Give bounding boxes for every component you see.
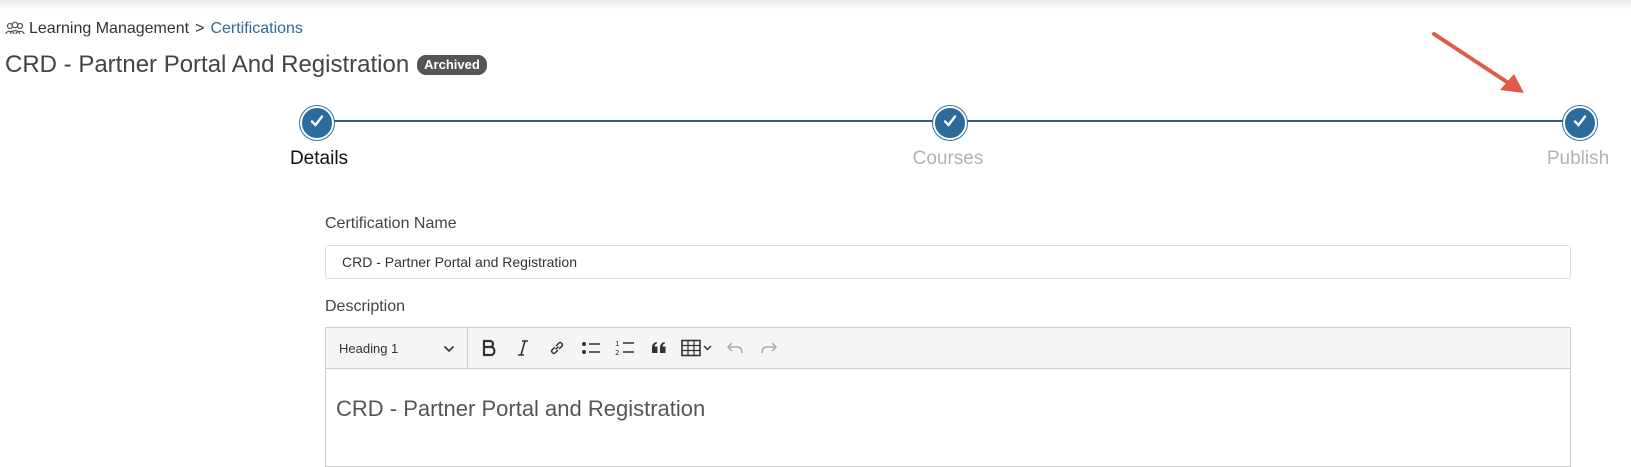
editor-heading-content[interactable]: CRD - Partner Portal and Registration xyxy=(336,396,705,422)
breadcrumb-certifications-link[interactable]: Certifications xyxy=(210,20,302,38)
breadcrumb: Learning Management > Certifications xyxy=(5,18,303,40)
certification-name-label: Certification Name xyxy=(325,215,457,232)
page-header: CRD - Partner Portal And Registration Ar… xyxy=(5,48,487,82)
annotation-arrow-icon xyxy=(1430,30,1530,105)
bullet-list-icon[interactable] xyxy=(574,328,608,368)
heading-dropdown-value: Heading 1 xyxy=(339,340,399,356)
editor-toolbar: Heading 1 1 2 xyxy=(326,328,1570,369)
table-icon[interactable] xyxy=(676,328,718,368)
step-publish-circle[interactable] xyxy=(1563,106,1597,140)
numbered-list-icon[interactable]: 1 2 xyxy=(608,328,642,368)
checkmark-icon xyxy=(1572,113,1588,134)
svg-text:2: 2 xyxy=(615,349,619,357)
step-details-circle[interactable] xyxy=(300,106,334,140)
checkmark-icon xyxy=(942,113,958,134)
certification-name-input[interactable] xyxy=(325,245,1571,279)
status-badge: Archived xyxy=(417,55,487,75)
step-courses-circle[interactable] xyxy=(933,106,967,140)
step-courses-label[interactable]: Courses xyxy=(913,148,984,170)
description-label: Description xyxy=(325,298,406,315)
italic-icon[interactable] xyxy=(506,328,540,368)
redo-icon[interactable] xyxy=(752,328,786,368)
quote-icon[interactable] xyxy=(642,328,676,368)
breadcrumb-root[interactable]: Learning Management xyxy=(29,20,189,38)
link-icon[interactable] xyxy=(540,328,574,368)
checkmark-icon xyxy=(309,113,325,134)
users-group-icon xyxy=(5,21,25,37)
heading-dropdown[interactable]: Heading 1 xyxy=(326,328,468,368)
svg-text:1: 1 xyxy=(615,340,619,348)
page-title: CRD - Partner Portal And Registration xyxy=(5,51,410,78)
chevron-down-icon xyxy=(443,341,455,356)
bold-icon[interactable] xyxy=(472,328,506,368)
breadcrumb-separator: > xyxy=(195,20,205,37)
undo-icon[interactable] xyxy=(718,328,752,368)
description-editor[interactable]: Heading 1 1 2 CRD - Partner Portal and R… xyxy=(325,327,1571,467)
step-publish-label[interactable]: Publish xyxy=(1547,148,1609,170)
step-details-label[interactable]: Details xyxy=(290,148,348,170)
top-shadow xyxy=(0,0,1631,10)
